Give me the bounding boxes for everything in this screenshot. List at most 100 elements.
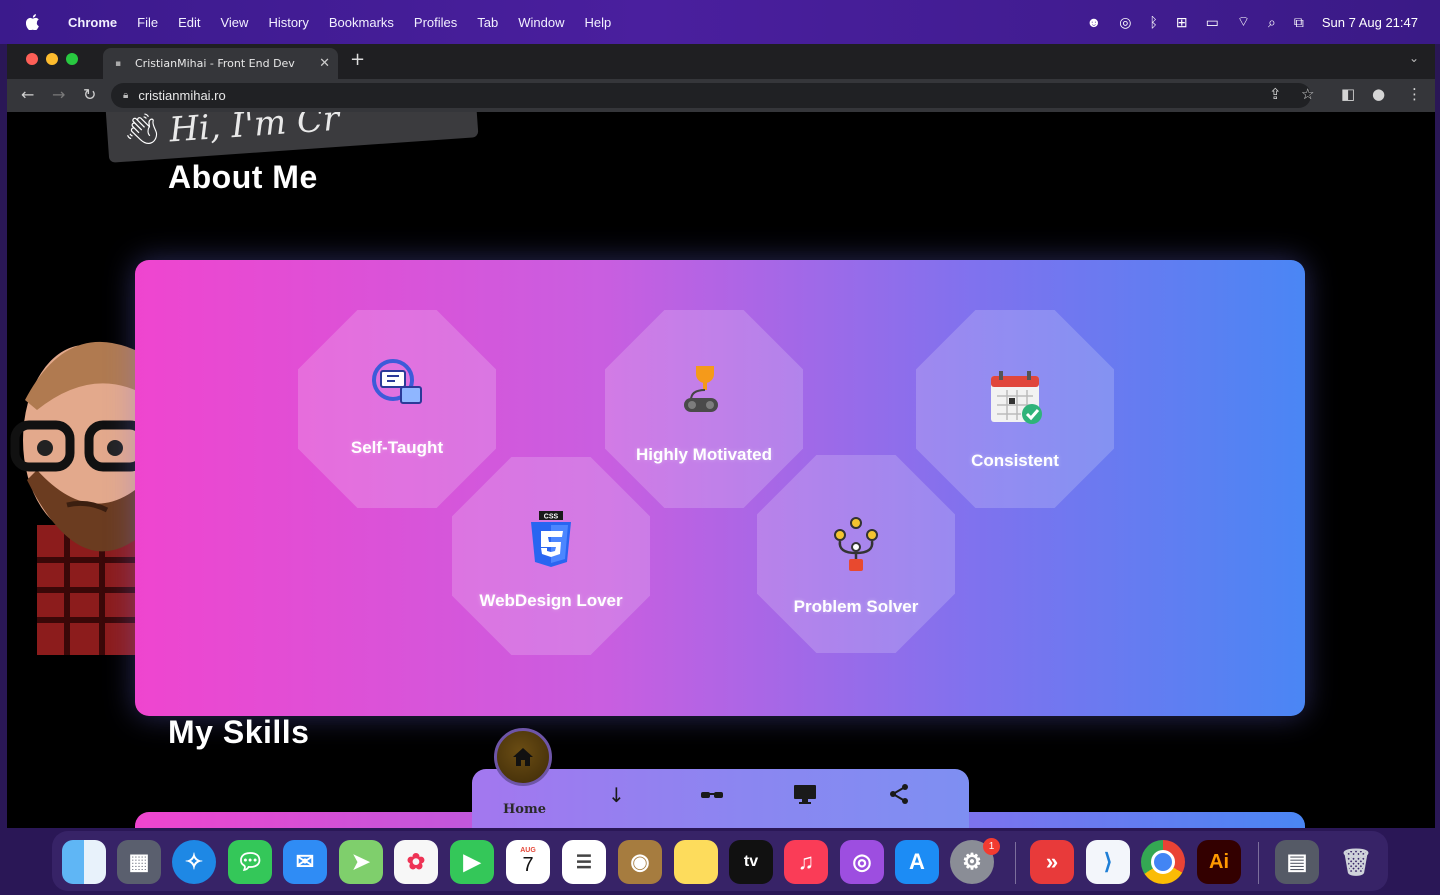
menu-tab[interactable]: Tab [467, 15, 508, 30]
recent-window-icon[interactable]: ▤ [1275, 840, 1319, 884]
self-taught-icon [372, 359, 422, 404]
problem-solver-icon [834, 517, 878, 571]
photos-icon[interactable]: ✿ [394, 840, 438, 884]
menu-app-chrome[interactable]: Chrome [58, 15, 127, 30]
safari-icon[interactable]: ✧ [172, 840, 216, 884]
calendar-check-icon [991, 371, 1042, 424]
back-arrow-icon[interactable]: ← [21, 85, 34, 104]
illustrator-icon[interactable]: Ai [1197, 840, 1241, 884]
forward-arrow-icon[interactable]: → [52, 85, 65, 104]
home-button[interactable] [494, 728, 552, 786]
bottom-navigation: ↓ [472, 769, 969, 828]
tab-bar: ▪ CristianMihai - Front End Dev ✕ + ⌄ [7, 44, 1435, 79]
bookmark-star-icon[interactable]: ☆ [1301, 85, 1314, 103]
notes-icon[interactable] [674, 840, 718, 884]
menu-bookmarks[interactable]: Bookmarks [319, 15, 404, 30]
menubar-clock[interactable]: Sun 7 Aug 21:47 [1322, 15, 1418, 30]
menu-file[interactable]: File [127, 15, 168, 30]
menu-window[interactable]: Window [508, 15, 574, 30]
chrome-icon[interactable] [1141, 840, 1185, 884]
avatar-status-icon[interactable]: ☻ [1087, 14, 1102, 30]
apple-icon[interactable] [25, 14, 40, 31]
menu-history[interactable]: History [258, 15, 318, 30]
apple-tv-icon[interactable]: tv [729, 840, 773, 884]
browser-tab[interactable]: ▪ CristianMihai - Front End Dev ✕ [103, 48, 338, 79]
tab-close-icon[interactable]: ✕ [319, 56, 330, 71]
profile-icon[interactable]: ● [1372, 85, 1385, 103]
macos-menu-bar: Chrome File Edit View History Bookmarks … [0, 0, 1440, 44]
launchpad-icon[interactable]: ▦ [117, 840, 161, 884]
web-page: Hi, I'm Cr 👋︎ About Me Self-Taught Highl… [7, 112, 1435, 828]
bluetooth-icon[interactable]: ᛒ [1149, 14, 1157, 30]
trophy-gamepad-icon [684, 366, 718, 412]
share-icon[interactable]: ⇪ [1269, 85, 1282, 103]
css-badge-text: CSS [544, 514, 559, 521]
illustrator-label: Ai [1209, 850, 1229, 873]
home-icon [513, 748, 533, 766]
status-area: ☻ ◎ ᛒ ⊞ ▭ ⌔ ⌕ ⧉ Sun 7 Aug 21:47 [1087, 0, 1419, 44]
facetime-icon[interactable]: ▶ [450, 840, 494, 884]
trait-webdesign-lover: CSS WebDesign Lover [452, 457, 650, 655]
share-nodes-icon[interactable] [888, 783, 910, 810]
trait-label: Self-Taught [350, 438, 444, 457]
tab-favicon-icon: ▪ [115, 58, 122, 69]
trait-label: WebDesign Lover [479, 591, 623, 610]
calendar-day: 7 [522, 854, 534, 876]
minimize-window-button[interactable] [46, 53, 58, 65]
close-window-button[interactable] [26, 53, 38, 65]
memoji-avatar [7, 330, 149, 655]
wifi-icon[interactable]: ⌔ [1237, 13, 1250, 31]
address-bar[interactable]: 🔒︎ cristianmihai.ro [111, 83, 1311, 108]
control-center-icon[interactable]: ⧉ [1294, 14, 1304, 31]
settings-badge: 1 [983, 838, 1000, 855]
tab-title: CristianMihai - Front End Dev [135, 57, 295, 70]
about-me-heading: About Me [168, 159, 318, 195]
monitor-icon[interactable] [793, 783, 817, 810]
trash-icon[interactable]: 🗑︎ [1334, 840, 1378, 884]
new-tab-button[interactable]: + [350, 49, 365, 70]
scroll-down-arrow-icon[interactable]: ↓ [608, 783, 625, 807]
pdf-app-icon[interactable]: » [1030, 840, 1074, 884]
keyboard-icon[interactable]: ⊞ [1176, 14, 1188, 31]
mail-icon[interactable]: ✉ [283, 840, 327, 884]
side-panel-icon[interactable]: ◧ [1341, 85, 1355, 103]
trait-label: Problem Solver [793, 597, 919, 616]
vscode-icon[interactable]: ⟩ [1086, 840, 1130, 884]
home-nav-label[interactable]: Home [503, 802, 546, 817]
calendar-icon[interactable]: AUG 7 [506, 840, 550, 884]
battery-icon[interactable]: ▭ [1206, 14, 1219, 31]
podcasts-icon[interactable]: ◎ [840, 840, 884, 884]
menu-view[interactable]: View [210, 15, 258, 30]
trait-label: Highly Motivated [635, 445, 772, 464]
calendar-month: AUG [520, 847, 536, 854]
tab-search-chevron-icon[interactable]: ⌄ [1409, 51, 1419, 65]
creative-cloud-icon[interactable]: ◎ [1119, 14, 1131, 31]
waving-hand-icon: 👋︎ [123, 112, 162, 147]
dock-separator [1015, 842, 1016, 884]
spotlight-search-icon[interactable]: ⌕ [1268, 14, 1276, 31]
app-store-icon[interactable]: A [895, 840, 939, 884]
browser-window: ▪ CristianMihai - Front End Dev ✕ + ⌄ ← … [7, 44, 1435, 828]
reminders-icon[interactable]: ☰ [562, 840, 606, 884]
greeting-banner: Hi, I'm Cr [105, 112, 479, 163]
about-me-card: Self-Taught Highly Motivated Consistent … [135, 260, 1305, 716]
more-menu-icon[interactable]: ⋮ [1407, 85, 1422, 103]
contacts-icon[interactable]: ◉ [618, 840, 662, 884]
finder-icon[interactable] [62, 840, 106, 884]
trait-self-taught: Self-Taught [298, 310, 496, 508]
maps-icon[interactable]: ➤ [339, 840, 383, 884]
menu-edit[interactable]: Edit [168, 15, 210, 30]
glasses-icon[interactable] [700, 783, 724, 807]
reload-icon[interactable]: ↻ [83, 85, 96, 104]
maximize-window-button[interactable] [66, 53, 78, 65]
menu-profiles[interactable]: Profiles [404, 15, 467, 30]
music-icon[interactable]: ♫ [784, 840, 828, 884]
url-text[interactable]: cristianmihai.ro [138, 88, 225, 103]
messages-icon[interactable]: 💬︎ [228, 840, 272, 884]
chrome-center [1151, 850, 1175, 874]
trait-problem-solver: Problem Solver [757, 455, 955, 653]
menu-help[interactable]: Help [575, 15, 622, 30]
lock-icon[interactable]: 🔒︎ [123, 90, 128, 101]
browser-toolbar: ← → ↻ 🔒︎ cristianmihai.ro ⇪ ☆ ◧ ● ⋮ [7, 79, 1435, 112]
trait-consistent: Consistent [916, 310, 1114, 508]
